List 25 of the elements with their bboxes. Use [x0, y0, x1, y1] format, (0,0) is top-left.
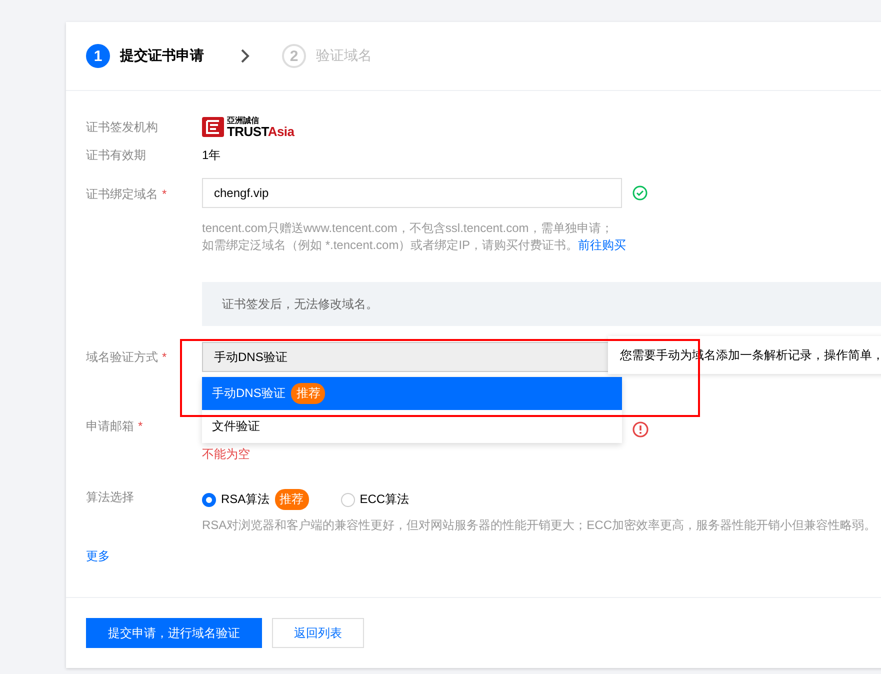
error-text: 不能为空	[202, 446, 251, 463]
field-label: 证书绑定域名	[86, 187, 158, 201]
field-label: 证书签发机构	[86, 118, 159, 136]
radio-label: RSA算法	[221, 491, 270, 508]
brand-name: TRUSTAsia	[227, 124, 294, 138]
recommend-badge: 推荐	[274, 489, 309, 510]
field-label: 申请邮箱	[86, 419, 134, 433]
notice-text: 证书签发后，无法修改域名。	[222, 296, 378, 312]
help-text: RSA对浏览器和客户端的兼容性更好，但对网站服务器的性能开销更大；ECC加密效率更高，服务器性能开销小但兼容性略弱。	[202, 517, 876, 534]
step-number: 1	[86, 44, 110, 68]
step-label: 验证域名	[316, 47, 372, 65]
field-label: 算法选择	[86, 489, 135, 506]
step-label: 提交证书申请	[120, 47, 204, 65]
required-mark: *	[162, 350, 167, 364]
radio-label: ECC算法	[360, 491, 410, 508]
field-label: 证书有效期	[86, 147, 147, 164]
required-mark: *	[162, 187, 167, 201]
help-text: 如需绑定泛域名（例如 *.tencent.com）或者绑定IP，请购买付费证书。前往购买	[202, 237, 628, 254]
validity-value: 1年	[202, 147, 221, 164]
step-number: 2	[282, 44, 306, 68]
recommend-badge: 推荐	[291, 383, 326, 404]
field-label: 域名验证方式	[86, 350, 158, 364]
required-mark: *	[138, 419, 143, 433]
brand-subtitle: 亞洲誠信	[227, 116, 260, 124]
help-text: tencent.com只赠送www.tencent.com，不包含ssl.tencent.com，需单独申请；	[202, 220, 614, 237]
